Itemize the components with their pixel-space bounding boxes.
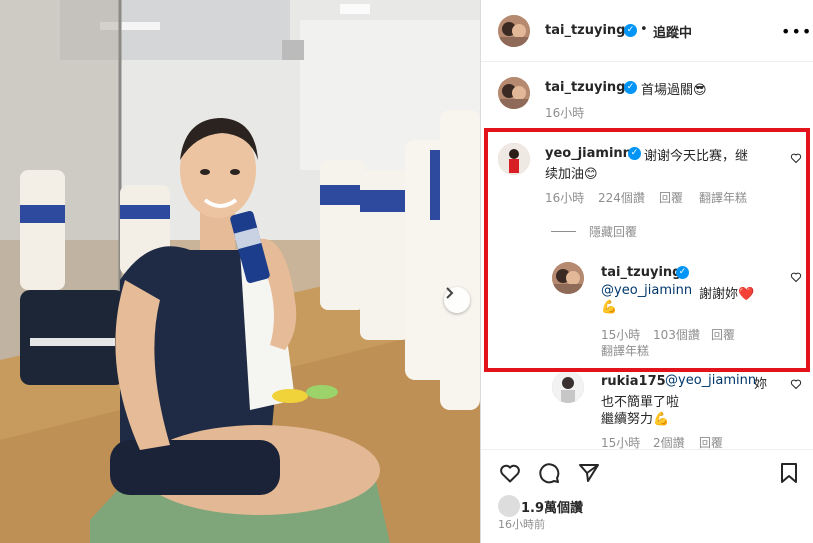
- comment-text-line2: 续加油😊: [545, 167, 598, 182]
- comment-likes[interactable]: 224個讚: [598, 189, 645, 206]
- post-actions: [481, 455, 813, 495]
- author-avatar[interactable]: [498, 15, 530, 47]
- save-bookmark-icon[interactable]: [778, 461, 800, 485]
- like-count[interactable]: 1.9萬個讚: [521, 497, 583, 516]
- comment2-text-line3: 繼續努力💪: [601, 412, 670, 427]
- share-paper-plane-icon[interactable]: [577, 461, 601, 485]
- post-photo: [0, 0, 480, 543]
- verified-badge-icon: ✓: [676, 266, 689, 279]
- comment2-avatar[interactable]: [552, 371, 584, 403]
- like-comment-heart-icon[interactable]: [790, 152, 802, 164]
- reply-text: 謝謝妳❤️: [699, 287, 755, 302]
- caption-avatar[interactable]: [498, 77, 530, 109]
- verified-badge-icon: ✓: [628, 147, 641, 160]
- comment-translate-button[interactable]: 翻譯年糕: [699, 189, 747, 206]
- reply-avatar[interactable]: [552, 262, 584, 294]
- follow-status-button[interactable]: 追蹤中: [653, 22, 692, 41]
- actions-divider: [481, 449, 813, 450]
- next-photo-button[interactable]: [444, 287, 470, 313]
- comment-reply-button[interactable]: 回覆: [659, 189, 683, 206]
- post-time[interactable]: 16小時前: [498, 516, 545, 532]
- caption-text: 首場過關😎: [641, 83, 707, 98]
- like-reply-heart-icon[interactable]: [790, 271, 802, 283]
- header-username[interactable]: tai_tzuying: [545, 23, 625, 38]
- comment2-username[interactable]: rukia175: [601, 374, 666, 389]
- comment-bubble-icon[interactable]: [537, 461, 561, 485]
- header-separator: •: [640, 22, 648, 37]
- avatar-image: [498, 15, 530, 47]
- reply-username[interactable]: tai_tzuying: [601, 265, 681, 280]
- comment-avatar[interactable]: [498, 143, 530, 175]
- hide-replies-line: [551, 231, 576, 232]
- verified-badge-icon: ✓: [624, 24, 637, 37]
- comments-panel: tai_tzuying ✓ • 追蹤中 ••• tai_tzuying ✓ 首場…: [480, 0, 813, 543]
- reply-time[interactable]: 15小時: [601, 326, 640, 343]
- liker-avatar[interactable]: [498, 495, 520, 517]
- comment2-text-tail: 妳: [754, 377, 768, 392]
- photo-illustration: [0, 0, 480, 543]
- comment-time[interactable]: 16小時: [545, 189, 584, 206]
- caption-username[interactable]: tai_tzuying: [545, 80, 625, 95]
- comment-username[interactable]: yeo_jiaminn: [545, 146, 632, 161]
- hide-replies-button[interactable]: 隱藏回覆: [589, 223, 637, 240]
- avatar-image: [498, 143, 530, 175]
- reply-reply-button[interactable]: 回覆: [711, 326, 735, 343]
- caption-time[interactable]: 16小時: [545, 104, 584, 121]
- reply-emoji-line: 💪: [601, 300, 618, 315]
- comment2-mention-link[interactable]: @yeo_jiaminn: [665, 373, 756, 388]
- avatar-image: [552, 371, 584, 403]
- comment-text-line1: 谢谢今天比赛，继: [644, 149, 749, 164]
- avatar-image: [552, 262, 584, 294]
- verified-badge-icon: ✓: [624, 81, 637, 94]
- like-heart-icon[interactable]: [498, 461, 522, 485]
- reply-mention-link[interactable]: @yeo_jiaminn: [601, 283, 692, 298]
- avatar-image: [498, 77, 530, 109]
- more-options-icon[interactable]: •••: [781, 22, 812, 41]
- reply-likes[interactable]: 103個讚: [653, 326, 700, 343]
- chevron-right-icon: [446, 287, 454, 299]
- reply-translate-button[interactable]: 翻譯年糕: [601, 342, 649, 359]
- post-header: tai_tzuying ✓ • 追蹤中 •••: [481, 0, 813, 62]
- like-comment2-heart-icon[interactable]: [790, 378, 802, 390]
